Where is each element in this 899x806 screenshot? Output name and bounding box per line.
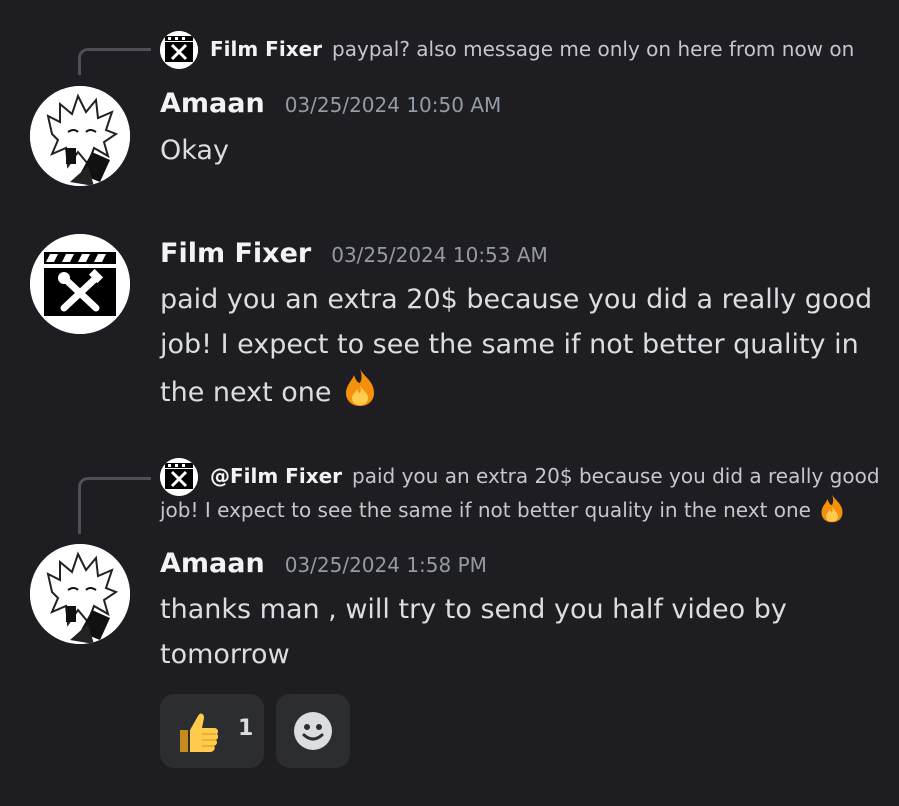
username[interactable]: Amaan — [160, 548, 265, 579]
reply-author[interactable]: Film Fixer — [210, 37, 322, 61]
avatar-film-fixer[interactable] — [30, 234, 130, 334]
reply-preview[interactable]: Film Fixer paypal? also message me only o… — [210, 33, 854, 66]
message-line: thanks man , will try to send you half v… — [160, 594, 787, 625]
add-reaction-icon — [293, 711, 333, 755]
fire-emoji — [340, 367, 380, 421]
clapperboard-icon — [160, 31, 198, 69]
message-content: paid you an extra 20$ because you did a … — [160, 277, 880, 421]
timestamp: 03/25/2024 1:58 PM — [284, 553, 487, 577]
message-line: job! I expect to see the same if not bet… — [160, 329, 859, 360]
reply-spine — [78, 477, 151, 534]
reply-text: job! I expect to see the same if not bet… — [160, 498, 811, 522]
avatar-amaan[interactable] — [30, 86, 130, 186]
reply-text: paid you an extra 20$ because you did a … — [352, 464, 880, 488]
reply-avatar[interactable] — [160, 458, 198, 496]
message-content: thanks man , will try to send you half v… — [160, 587, 880, 677]
timestamp: 03/25/2024 10:53 AM — [331, 243, 548, 267]
clapperboard-icon — [160, 458, 198, 496]
message-line: tomorrow — [160, 639, 290, 670]
message-content: Okay — [160, 128, 880, 173]
message-header: Film Fixer 03/25/2024 10:53 AM — [160, 238, 548, 269]
chat-window: Film Fixer paypal? also message me only o… — [0, 0, 899, 806]
message-line: Okay — [160, 135, 229, 166]
message-header: Amaan 03/25/2024 1:58 PM — [160, 548, 487, 579]
avatar-amaan[interactable] — [30, 544, 130, 644]
thumbs-up-emoji — [174, 708, 222, 760]
add-reaction-button[interactable] — [276, 694, 350, 768]
message-line-text: the next one — [160, 377, 332, 408]
fire-emoji — [817, 493, 847, 533]
reply-spine — [78, 48, 151, 75]
reaction-count: 1 — [238, 716, 254, 741]
reply-text: paypal? also message me only on here fro… — [332, 37, 855, 61]
username[interactable]: Film Fixer — [160, 238, 311, 269]
message-header: Amaan 03/25/2024 10:50 AM — [160, 88, 501, 119]
message-line: paid you an extra 20$ because you did a … — [160, 284, 873, 315]
reply-preview-continued[interactable]: job! I expect to see the same if not bet… — [160, 493, 847, 533]
reply-preview[interactable]: @Film Fixer paid you an extra 20$ because… — [210, 460, 880, 493]
username[interactable]: Amaan — [160, 88, 265, 119]
reaction-thumbs-up[interactable]: 1 — [160, 694, 264, 768]
message-line: the next one — [160, 367, 880, 421]
timestamp: 03/25/2024 10:50 AM — [284, 93, 502, 117]
anime-avatar-icon — [30, 544, 130, 644]
reply-avatar[interactable] — [160, 31, 198, 69]
reply-author[interactable]: @Film Fixer — [210, 464, 342, 488]
anime-avatar-icon — [30, 86, 130, 186]
clapperboard-icon — [30, 234, 130, 334]
